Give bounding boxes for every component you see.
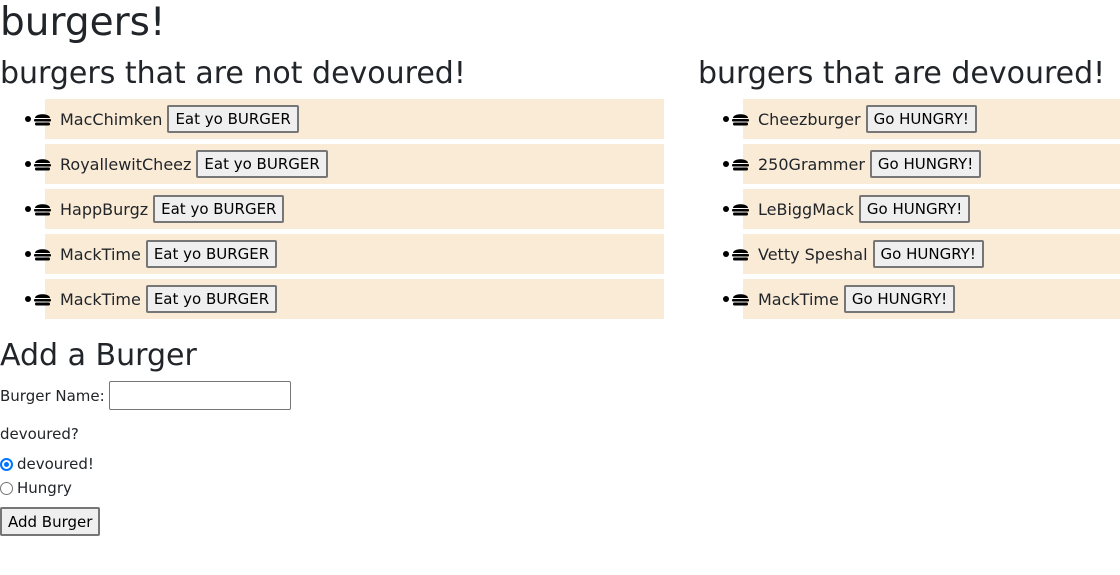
- list-item: Cheezburger Go HUNGRY!: [723, 99, 1120, 139]
- radio-option-devoured[interactable]: devoured!: [0, 452, 291, 476]
- burger-name: MackTime: [60, 289, 141, 309]
- list-item: MackTime Eat yo BURGER: [25, 234, 664, 274]
- add-burger-heading: Add a Burger: [0, 338, 197, 373]
- devoured-question: devoured?: [0, 425, 79, 443]
- eat-burger-button[interactable]: Eat yo BURGER: [145, 240, 278, 268]
- list-item: HappBurgz Eat yo BURGER: [25, 189, 664, 229]
- hamburger-icon: [732, 249, 749, 261]
- burger-name-row: Burger Name:: [0, 381, 291, 410]
- add-burger-button[interactable]: Add Burger: [0, 507, 101, 536]
- bullet: [25, 251, 31, 257]
- devoured-radio[interactable]: [0, 457, 13, 471]
- hungry-radio-label: Hungry: [17, 479, 72, 497]
- burger-name-input[interactable]: [108, 381, 291, 410]
- bullet: [723, 251, 729, 257]
- bullet: [25, 296, 31, 302]
- add-burger-form: Add a Burger Burger Name: devoured? devo…: [0, 336, 291, 536]
- burger-name: MackTime: [758, 289, 839, 309]
- eat-burger-button[interactable]: Eat yo BURGER: [196, 150, 328, 178]
- bullet: [723, 296, 729, 302]
- bullet: [723, 161, 729, 167]
- hamburger-icon: [34, 204, 51, 216]
- list-item: MackTime Eat yo BURGER: [25, 279, 664, 319]
- hamburger-icon: [34, 249, 51, 261]
- bullet: [25, 206, 31, 212]
- list-item: Vetty Speshal Go HUNGRY!: [723, 234, 1120, 274]
- burger-name: 250Grammer: [758, 154, 865, 174]
- list-item: LeBiggMack Go HUNGRY!: [723, 189, 1120, 229]
- page-title: burgers!: [0, 0, 166, 45]
- bullet: [25, 161, 31, 167]
- list-item: MackTime Go HUNGRY!: [723, 279, 1120, 319]
- go-hungry-button[interactable]: Go HUNGRY!: [869, 150, 982, 178]
- go-hungry-button[interactable]: Go HUNGRY!: [872, 240, 984, 268]
- burger-name: LeBiggMack: [758, 199, 854, 219]
- list-item: RoyallewitCheez Eat yo BURGER: [25, 144, 664, 184]
- hamburger-icon: [34, 294, 51, 306]
- burger-name: MacChimken: [60, 109, 163, 129]
- radio-option-hungry[interactable]: Hungry: [0, 476, 291, 500]
- hamburger-icon: [732, 114, 749, 126]
- go-hungry-button[interactable]: Go HUNGRY!: [865, 105, 977, 133]
- go-hungry-button[interactable]: Go HUNGRY!: [843, 285, 956, 313]
- list-item: 250Grammer Go HUNGRY!: [723, 144, 1120, 184]
- devoured-list: Cheezburger Go HUNGRY! 250Grammer Go HUN…: [698, 99, 1120, 319]
- burger-name: RoyallewitCheez: [60, 154, 192, 174]
- burger-name-label: Burger Name:: [0, 386, 105, 405]
- burger-name: MackTime: [60, 244, 141, 264]
- hamburger-icon: [732, 204, 749, 216]
- bullet: [25, 116, 31, 122]
- eat-burger-button[interactable]: Eat yo BURGER: [153, 195, 285, 223]
- hamburger-icon: [34, 114, 51, 126]
- devoured-heading: burgers that are devoured!: [698, 56, 1106, 91]
- hamburger-icon: [34, 159, 51, 171]
- burger-name: HappBurgz: [60, 199, 149, 219]
- not-devoured-section: burgers that are not devoured! MacChimke…: [0, 54, 664, 324]
- devoured-section: burgers that are devoured! Cheezburger G…: [698, 54, 1120, 324]
- burger-name: Cheezburger: [758, 109, 861, 129]
- hungry-radio[interactable]: [0, 481, 13, 495]
- burger-name: Vetty Speshal: [758, 244, 868, 264]
- not-devoured-list: MacChimken Eat yo BURGER RoyallewitCheez…: [0, 99, 664, 319]
- go-hungry-button[interactable]: Go HUNGRY!: [858, 195, 971, 223]
- bullet: [723, 116, 729, 122]
- hamburger-icon: [732, 294, 749, 306]
- eat-burger-button[interactable]: Eat yo BURGER: [145, 285, 278, 313]
- eat-burger-button[interactable]: Eat yo BURGER: [167, 105, 299, 133]
- devoured-radio-label: devoured!: [17, 455, 94, 473]
- bullet: [723, 206, 729, 212]
- list-item: MacChimken Eat yo BURGER: [25, 99, 664, 139]
- hamburger-icon: [732, 159, 749, 171]
- not-devoured-heading: burgers that are not devoured!: [0, 56, 466, 91]
